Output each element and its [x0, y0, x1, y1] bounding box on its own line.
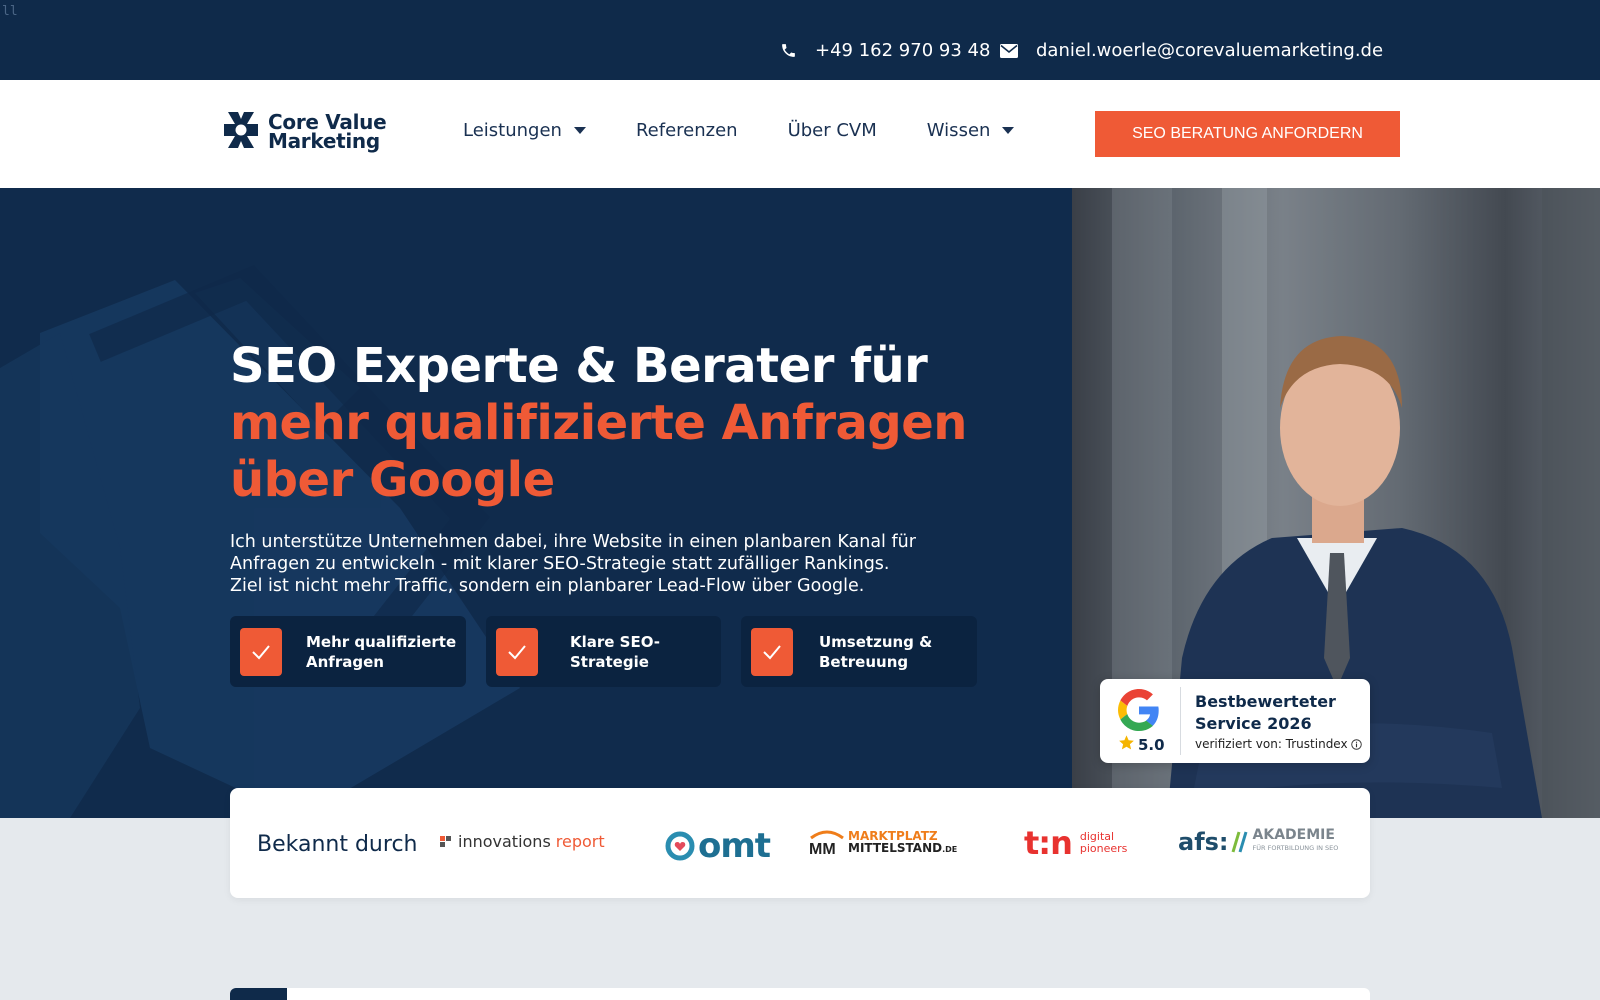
innovations-text: innovations: [458, 832, 551, 851]
mm-suffix: .DE: [942, 845, 958, 854]
feature-line-1: Klare SEO-: [570, 632, 660, 651]
site-logo[interactable]: Core Value Marketing: [222, 110, 387, 154]
hero-title: SEO Experte & Berater für mehr qualifizi…: [230, 338, 967, 509]
hero-title-line-2: mehr qualifizierte Anfragen: [230, 395, 967, 451]
nav-label: Über CVM: [787, 120, 877, 141]
feature-line-1: Umsetzung &: [819, 632, 933, 651]
check-icon: [496, 627, 538, 676]
lead-line-2: Anfragen zu entwickeln - mit klarer SEO-…: [230, 554, 890, 574]
afs-subtext: AKADEMIE FÜR FORTBILDUNG IN SEO: [1252, 827, 1339, 855]
nav-item-wissen[interactable]: Wissen: [927, 120, 1015, 141]
feature-text: Klare SEO- Strategie: [570, 632, 660, 672]
marktplatz-mittelstand-logo: MM MARKTPLATZ MITTELSTAND.DE: [808, 828, 957, 858]
feature-line-1: Mehr qualifizierte: [306, 632, 457, 651]
phone-number: +49 162 970 93 48: [815, 40, 991, 61]
chevron-down-icon: [573, 127, 586, 134]
hero-lead-text: Ich unterstütze Unternehmen dabei, ihre …: [230, 531, 950, 597]
feature-line-2: Strategie: [570, 652, 649, 671]
mail-icon: [1000, 43, 1018, 58]
lead-line-1: Ich unterstütze Unternehmen dabei, ihre …: [230, 532, 916, 552]
trustindex-review-badge[interactable]: 5.0 Bestbewerteter Service 2026 verifizi…: [1100, 679, 1370, 763]
svg-text:MM: MM: [809, 841, 836, 858]
check-icon: [240, 627, 282, 676]
info-icon[interactable]: [1351, 739, 1363, 753]
feature-line-2: Betreuung: [819, 652, 909, 671]
next-section-tab: [230, 988, 287, 1000]
verified-text: verifiziert von: Trustindex: [1195, 737, 1348, 751]
known-by-title: Bekannt durch: [257, 832, 418, 857]
report-text: report: [555, 832, 605, 851]
hero-title-line-3: über Google: [230, 452, 555, 508]
review-verified: verifiziert von: Trustindex: [1195, 737, 1363, 753]
t3n-sub-2: pioneers: [1079, 842, 1128, 855]
main-nav: Leistungen Referenzen Über CVM Wissen: [463, 120, 1015, 141]
chevron-down-icon: [1002, 127, 1015, 134]
omt-logo: omt: [664, 826, 771, 866]
nav-item-leistungen[interactable]: Leistungen: [463, 120, 586, 141]
feature-card-leads: Mehr qualifizierte Anfragen: [230, 616, 466, 687]
nav-item-ueber-cvm[interactable]: Über CVM: [788, 120, 877, 141]
feature-line-2: Anfragen: [306, 652, 384, 671]
mm-mark-icon: MM: [809, 830, 844, 858]
hero-title-line-1: SEO Experte & Berater für: [230, 338, 928, 394]
t3n-text: t:n: [1024, 824, 1073, 862]
press-logos-strip: Bekannt durch innovations report omt MM …: [230, 788, 1370, 898]
mm-text: MARKTPLATZ MITTELSTAND.DE: [848, 830, 957, 856]
nav-label: Referenzen: [635, 120, 738, 141]
nav-label: Wissen: [926, 120, 991, 141]
lead-line-3: Ziel ist nicht mehr Traffic, sondern ein…: [230, 576, 865, 596]
innovations-report-logo: innovations report: [440, 832, 605, 851]
phone-icon: [780, 42, 797, 59]
nav-item-referenzen[interactable]: Referenzen: [636, 120, 738, 141]
feature-card-implementation: Umsetzung & Betreuung: [741, 616, 977, 687]
seo-consult-cta-button[interactable]: SEO BERATUNG ANFORDERN: [1095, 111, 1400, 157]
rating: 5.0: [1118, 734, 1165, 755]
phone-link[interactable]: +49 162 970 93 48: [780, 40, 990, 61]
rating-value: 5.0: [1138, 735, 1165, 754]
next-section-card: [230, 988, 1370, 1000]
review-title: Bestbewerteter Service 2026: [1195, 691, 1336, 735]
logo-wordmark: Core Value Marketing: [268, 112, 387, 153]
feature-text: Umsetzung & Betreuung: [819, 632, 932, 672]
review-divider: [1180, 687, 1181, 755]
corner-text: ll: [2, 4, 18, 19]
t3n-subtext: digital pioneers: [1080, 831, 1128, 855]
feature-card-strategy: Klare SEO- Strategie: [486, 616, 721, 687]
logo-line-2: Marketing: [268, 129, 380, 153]
afs-slash-icon: [1231, 831, 1247, 853]
google-icon: [1118, 689, 1160, 735]
top-contact-bar: ll +49 162 970 93 48 daniel.woerle@corev…: [0, 0, 1600, 80]
mm-line-2: MITTELSTAND: [848, 841, 943, 855]
review-title-line-2: Service 2026: [1195, 714, 1312, 733]
afs-sub-2: FÜR FORTBILDUNG IN SEO: [1252, 844, 1339, 852]
afs-sub-1: AKADEMIE: [1252, 827, 1335, 843]
logo-mark-icon: [222, 110, 260, 154]
omt-text: omt: [698, 826, 771, 866]
email-link[interactable]: daniel.woerle@corevaluemarketing.de: [1000, 40, 1383, 61]
innovations-mark-icon: [440, 835, 451, 847]
afs-text: afs:: [1178, 828, 1229, 856]
review-title-line-1: Bestbewerteter: [1195, 692, 1336, 711]
t3n-logo: t:n digital pioneers: [1024, 824, 1127, 862]
afs-akademie-logo: afs: AKADEMIE FÜR FORTBILDUNG IN SEO: [1178, 828, 1338, 856]
email-address: daniel.woerle@corevaluemarketing.de: [1036, 40, 1384, 61]
omt-mark-icon: [665, 831, 695, 861]
nav-label: Leistungen: [463, 120, 562, 141]
feature-text: Mehr qualifizierte Anfragen: [306, 632, 456, 672]
check-icon: [751, 627, 793, 676]
star-icon: [1118, 734, 1135, 755]
